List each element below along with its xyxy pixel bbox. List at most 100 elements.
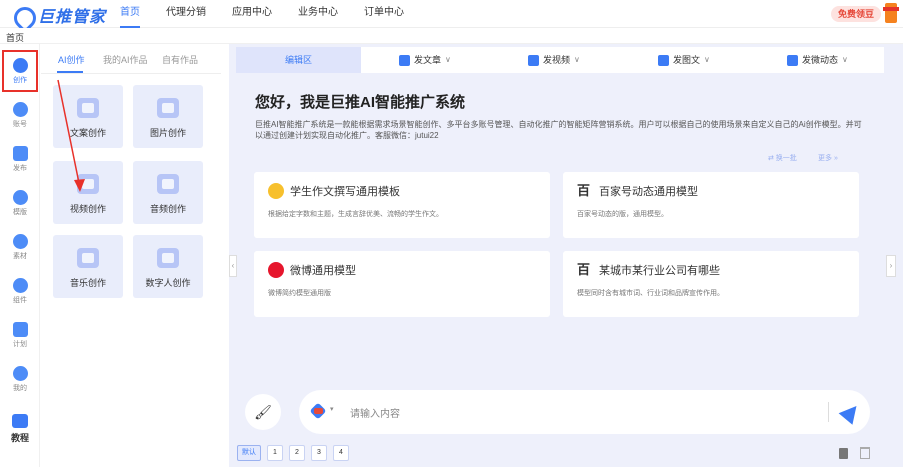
tab-own-works[interactable]: 自有作品	[162, 53, 198, 66]
brand-name: 巨推管家	[38, 9, 107, 26]
tab-ai-create[interactable]: AI创作	[58, 53, 85, 66]
tab-image-text[interactable]: 发图文 ∨	[658, 47, 710, 73]
chevron-down-icon: ∨	[445, 55, 451, 64]
trash-icon[interactable]	[860, 447, 870, 459]
model-desc: 根据给定字数和主题，生成言辞优美、流畅的学生作文。	[268, 211, 443, 218]
rail-item-tutorial[interactable]: 教程	[0, 414, 40, 444]
nav-item-home[interactable]: 首页	[120, 0, 140, 28]
model-card[interactable]: 百 某城市某行业公司有哪些 模型同时含有城市词、行业词和品牌宣传作用。	[563, 251, 859, 317]
rail-item-plans[interactable]: 计划	[0, 316, 40, 356]
more-link[interactable]: 更多 »	[818, 153, 838, 163]
left-rail: 创作 账号 发布 模版 素材 组件 计划 我的 教程	[0, 44, 40, 467]
model-desc: 模型同时含有城市词、行业词和品牌宣传作用。	[577, 290, 724, 297]
tab-label: 发视频	[543, 55, 571, 65]
collapse-right-button[interactable]: ›	[886, 255, 896, 277]
book-icon	[12, 414, 28, 428]
rail-item-components[interactable]: 组件	[0, 272, 40, 312]
rail-label: 模版	[13, 209, 27, 216]
card-label: 音频创作	[149, 204, 186, 214]
user-icon	[12, 366, 28, 381]
publish-icon	[12, 146, 28, 161]
logo-icon	[14, 5, 36, 25]
nav-item-distribution[interactable]: 代理分销	[166, 0, 206, 28]
nav-item-business-center[interactable]: 业务中心	[298, 0, 338, 28]
prompt-input[interactable]: 请输入内容	[350, 405, 400, 420]
card-video[interactable]: 视频创作	[53, 161, 123, 224]
highlight-box	[2, 50, 38, 92]
music-note-icon	[77, 248, 99, 268]
breadcrumb-home[interactable]: 首页	[6, 31, 24, 44]
card-music[interactable]: 音乐创作	[53, 235, 123, 298]
rail-item-publish[interactable]: 发布	[0, 140, 40, 180]
tab-underline	[57, 71, 83, 73]
page-3[interactable]: 3	[311, 445, 327, 461]
model-card[interactable]: 学生作文撰写通用模板 根据给定字数和主题，生成言辞优美、流畅的学生作文。	[254, 172, 550, 238]
rail-label: 素材	[13, 253, 27, 260]
conversation-pages: 默认 1 2 3 4	[237, 445, 355, 461]
rail-item-templates[interactable]: 模版	[0, 184, 40, 224]
copy-icon[interactable]	[839, 448, 848, 459]
model-desc: 微博简约模型通用版	[268, 290, 331, 297]
page-4[interactable]: 4	[333, 445, 349, 461]
image-icon	[658, 54, 669, 66]
rail-label: 我的	[13, 385, 27, 392]
tab-editor[interactable]: 编辑区	[236, 47, 361, 73]
model-selector-icon[interactable]	[309, 402, 332, 421]
cloud-icon	[12, 234, 28, 249]
chevron-down-icon: ∨	[574, 55, 580, 64]
nav-item-app-center[interactable]: 应用中心	[232, 0, 272, 28]
model-card[interactable]: 百 百家号动态通用模型 百家号动态的版，通用模型。	[563, 172, 859, 238]
card-label: 音乐创作	[69, 278, 106, 288]
rail-label: 组件	[13, 297, 27, 304]
tab-label: 发微动态	[802, 55, 839, 65]
main-nav: 首页 代理分销 应用中心 业务中心 订单中心	[120, 0, 430, 28]
welcome-title: 您好，我是巨推AI智能推广系统	[255, 94, 466, 111]
page-default[interactable]: 默认	[237, 445, 261, 461]
users-icon	[12, 102, 28, 117]
card-image[interactable]: 图片创作	[133, 85, 203, 148]
card-copywriting[interactable]: 文案创作	[53, 85, 123, 148]
model-card[interactable]: 微博通用模型 微博简约模型通用版	[254, 251, 550, 317]
card-label: 图片创作	[149, 128, 186, 138]
refresh-batch-link[interactable]: ⇄ 换一批	[768, 153, 797, 163]
card-label: 视频创作	[69, 204, 106, 214]
chevron-down-icon[interactable]: ▾	[330, 405, 334, 413]
brand-logo[interactable]: 巨推管家	[14, 3, 106, 27]
chevron-down-icon: ∨	[704, 55, 710, 64]
top-navbar: 巨推管家 首页 代理分销 应用中心 业务中心 订单中心 免费领豆	[0, 0, 903, 28]
rail-label: 教程	[10, 433, 29, 443]
free-beans-button[interactable]: 免费领豆	[830, 6, 881, 22]
page-2[interactable]: 2	[289, 445, 305, 461]
rail-label: 计划	[13, 341, 27, 348]
rail-item-materials[interactable]: 素材	[0, 228, 40, 268]
card-digital-human[interactable]: 数字人创作	[133, 235, 203, 298]
template-icon	[12, 190, 28, 205]
tab-video[interactable]: 发视频 ∨	[528, 47, 580, 73]
weibo-icon	[268, 262, 284, 278]
tab-moment[interactable]: 发微动态 ∨	[787, 47, 848, 73]
intro-text: 巨推AI智能推广系统是一款能根据需求场景智能创作、多平台多账号管理、自动化推广的…	[255, 120, 862, 140]
rail-item-accounts[interactable]: 账号	[0, 96, 40, 136]
baijiahao-icon: 百	[577, 262, 591, 277]
tab-label: 发文章	[414, 55, 442, 65]
clear-brush-button[interactable]: 🖌	[245, 394, 281, 430]
gift-icon[interactable]	[883, 3, 899, 23]
rail-item-mine[interactable]: 我的	[0, 360, 40, 400]
sun-icon	[268, 183, 284, 199]
nav-item-order-center[interactable]: 订单中心	[364, 0, 404, 28]
headphones-icon	[157, 174, 179, 194]
breadcrumb-bar: 首页	[0, 28, 903, 44]
creation-tabs: AI创作 我的AI作品 自有作品	[41, 44, 221, 74]
camera-icon	[77, 174, 99, 194]
rail-label: 发布	[13, 165, 27, 172]
brush-icon: 🖌	[254, 404, 272, 420]
page-1[interactable]: 1	[267, 445, 283, 461]
avatar-icon	[157, 248, 179, 268]
card-audio[interactable]: 音频创作	[133, 161, 203, 224]
tab-label: 发图文	[673, 55, 701, 65]
rail-label: 账号	[13, 121, 27, 128]
tab-my-ai-works[interactable]: 我的AI作品	[103, 53, 148, 66]
tab-article[interactable]: 发文章 ∨	[399, 47, 451, 73]
document-icon	[77, 98, 99, 118]
collapse-left-button[interactable]: ‹	[229, 255, 237, 277]
